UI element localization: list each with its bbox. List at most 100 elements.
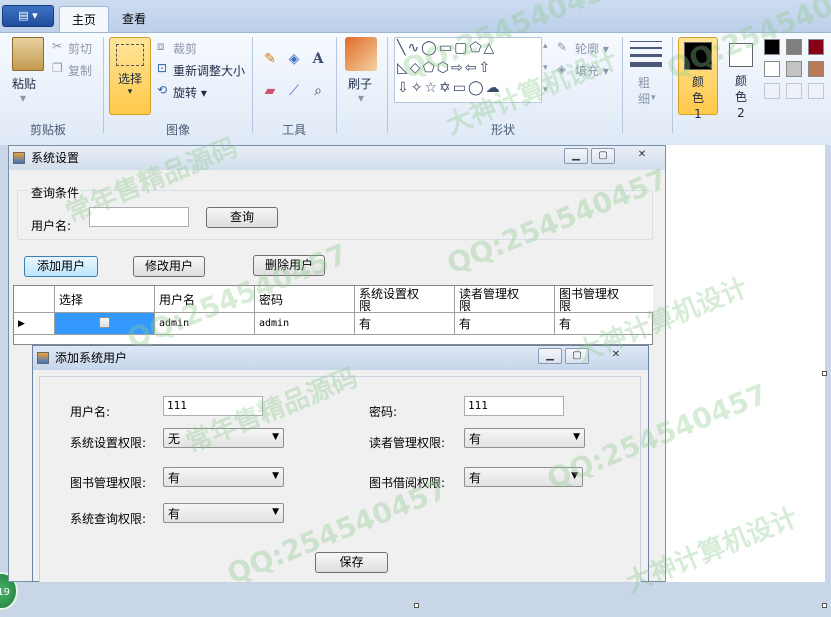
crop-button[interactable]: 裁剪 <box>173 40 197 57</box>
brushes-dropdown-icon[interactable]: ▾ <box>358 91 364 105</box>
magnifier-icon[interactable]: ⌕ <box>308 81 328 101</box>
pentagon-shape-icon[interactable]: ⬠ <box>423 60 437 76</box>
table-cell-select[interactable] <box>55 313 155 335</box>
right-arrow-shape-icon[interactable]: ⇨ <box>451 60 465 76</box>
size-dropdown-icon[interactable]: ▾ <box>651 93 656 103</box>
edit-user-button[interactable]: 修改用户 <box>133 256 205 277</box>
color-picker-icon[interactable]: ⟋ <box>284 81 304 101</box>
color1-label: 颜色 1 <box>691 75 704 121</box>
color1-button[interactable]: 颜色 1 <box>678 37 718 121</box>
borrow-perm-select[interactable]: 有 ▼ <box>464 467 583 487</box>
shapes-gallery[interactable]: ╲∿◯▭▢⬠△ ◺◇⬠⬡⇨⇦⇧ ⇩✧☆✡▭◯☁ <box>394 37 542 103</box>
star6-shape-icon[interactable]: ✡ <box>439 80 453 96</box>
palette-swatch[interactable] <box>808 61 824 77</box>
diamond-shape-icon[interactable]: ◇ <box>410 60 423 76</box>
select-label: 选择 <box>117 72 142 86</box>
minimize-button[interactable]: ▁ <box>564 148 588 164</box>
rounded-rect-shape-icon[interactable]: ▢ <box>454 40 469 56</box>
column-header[interactable]: 系统设置权限 <box>355 286 455 313</box>
text-tool-icon[interactable]: A <box>308 49 328 69</box>
callout-oval-icon[interactable]: ◯ <box>468 80 486 96</box>
right-triangle-shape-icon[interactable]: ◺ <box>397 60 410 76</box>
left-arrow-shape-icon[interactable]: ⇦ <box>465 60 479 76</box>
tab-home[interactable]: 主页 <box>59 6 110 33</box>
rect-shape-icon[interactable]: ▭ <box>439 40 454 56</box>
resize-button[interactable]: 重新调整大小 <box>173 62 245 79</box>
query-button[interactable]: 查询 <box>206 207 278 228</box>
gallery-scroll-up-icon[interactable]: ▴ <box>543 41 548 51</box>
up-arrow-shape-icon[interactable]: ⇧ <box>478 60 492 76</box>
color2-button[interactable]: 颜色 2 <box>724 37 758 120</box>
sys-perm-select[interactable]: 无 ▼ <box>163 428 284 448</box>
new-username-input[interactable]: 111 <box>163 396 263 416</box>
canvas-resize-handle-corner[interactable] <box>822 603 827 608</box>
palette-swatch[interactable] <box>786 61 802 77</box>
table-cell[interactable]: 有 <box>355 313 455 335</box>
hexagon-shape-icon[interactable]: ⬡ <box>437 60 451 76</box>
query-perm-select[interactable]: 有 ▼ <box>163 503 284 523</box>
line-shape-icon[interactable]: ╲ <box>397 40 407 56</box>
close-button[interactable]: ✕ <box>595 348 637 364</box>
row-selector-icon[interactable]: ▶ <box>14 313 55 335</box>
table-cell[interactable]: admin <box>255 313 355 335</box>
paste-dropdown-icon[interactable]: ▾ <box>20 91 26 105</box>
rotate-button[interactable]: 旋转 ▾ <box>173 84 207 101</box>
query-group-title: 查询条件 <box>29 184 82 201</box>
palette-swatch[interactable] <box>808 39 824 55</box>
app-menu-button[interactable]: ▤ ▾ <box>2 5 54 27</box>
outline-button[interactable]: 轮廓 ▾ <box>575 40 609 57</box>
select-button[interactable]: 选择 ▾ <box>109 37 151 115</box>
palette-swatch-empty[interactable] <box>808 83 824 99</box>
maximize-button[interactable]: ▢ <box>565 348 589 364</box>
palette-swatch[interactable] <box>786 39 802 55</box>
brushes-button[interactable]: 刷子 <box>348 75 372 92</box>
oval-shape-icon[interactable]: ◯ <box>421 40 439 56</box>
star4-shape-icon[interactable]: ✧ <box>411 80 425 96</box>
rotate-icon: ⟲ <box>157 83 168 97</box>
palette-swatch[interactable] <box>764 61 780 77</box>
column-header[interactable]: 密码 <box>255 286 355 313</box>
curve-shape-icon[interactable]: ∿ <box>407 40 421 56</box>
pencil-icon[interactable]: ✎ <box>260 49 280 69</box>
table-cell[interactable]: 有 <box>455 313 555 335</box>
color1-swatch <box>684 42 712 70</box>
delete-user-button[interactable]: 删除用户 <box>253 255 325 276</box>
table-cell[interactable]: admin <box>155 313 255 335</box>
star5-shape-icon[interactable]: ☆ <box>424 80 439 96</box>
row-checkbox[interactable] <box>99 317 110 328</box>
canvas-resize-handle-right[interactable] <box>822 371 827 376</box>
paste-button[interactable]: 粘贴 <box>12 75 36 92</box>
palette-swatch-empty[interactable] <box>786 83 802 99</box>
reader-perm-select[interactable]: 有 ▼ <box>464 428 585 448</box>
gallery-scroll-down-icon[interactable]: ▾ <box>543 63 548 73</box>
palette-swatch-empty[interactable] <box>764 83 780 99</box>
column-header[interactable]: 读者管理权限 <box>455 286 555 313</box>
close-button[interactable]: ✕ <box>621 148 663 164</box>
new-password-input[interactable]: 111 <box>464 396 564 416</box>
fill-bucket-icon[interactable]: ◈ <box>284 49 304 69</box>
add-user-button[interactable]: 添加用户 <box>24 256 98 277</box>
maximize-button[interactable]: ▢ <box>591 148 615 164</box>
copy-button[interactable]: 复制 <box>68 62 92 79</box>
column-header[interactable]: 图书管理权限 <box>555 286 653 313</box>
callout-rect-icon[interactable]: ▭ <box>453 80 468 96</box>
eraser-icon[interactable]: ▰ <box>260 81 280 101</box>
cut-button[interactable]: 剪切 <box>68 40 92 57</box>
window-app-icon <box>37 352 49 364</box>
gallery-expand-icon[interactable]: ▾ <box>543 85 548 95</box>
column-header[interactable]: 用户名 <box>155 286 255 313</box>
column-header[interactable]: 选择 <box>55 286 155 313</box>
save-button[interactable]: 保存 <box>315 552 388 573</box>
minimize-button[interactable]: ▁ <box>538 348 562 364</box>
canvas-resize-handle-bottom[interactable] <box>414 603 419 608</box>
tab-view[interactable]: 查看 <box>110 6 158 33</box>
down-arrow-shape-icon[interactable]: ⇩ <box>397 80 411 96</box>
triangle-shape-icon[interactable]: △ <box>483 40 496 56</box>
fill-button[interactable]: 填充 ▾ <box>575 62 609 79</box>
callout-cloud-icon[interactable]: ☁ <box>486 80 502 96</box>
polygon-shape-icon[interactable]: ⬠ <box>469 40 483 56</box>
palette-swatch[interactable] <box>764 39 780 55</box>
username-search-input[interactable] <box>89 207 189 227</box>
table-cell[interactable]: 有 <box>555 313 653 335</box>
book-perm-select[interactable]: 有 ▼ <box>163 467 284 487</box>
